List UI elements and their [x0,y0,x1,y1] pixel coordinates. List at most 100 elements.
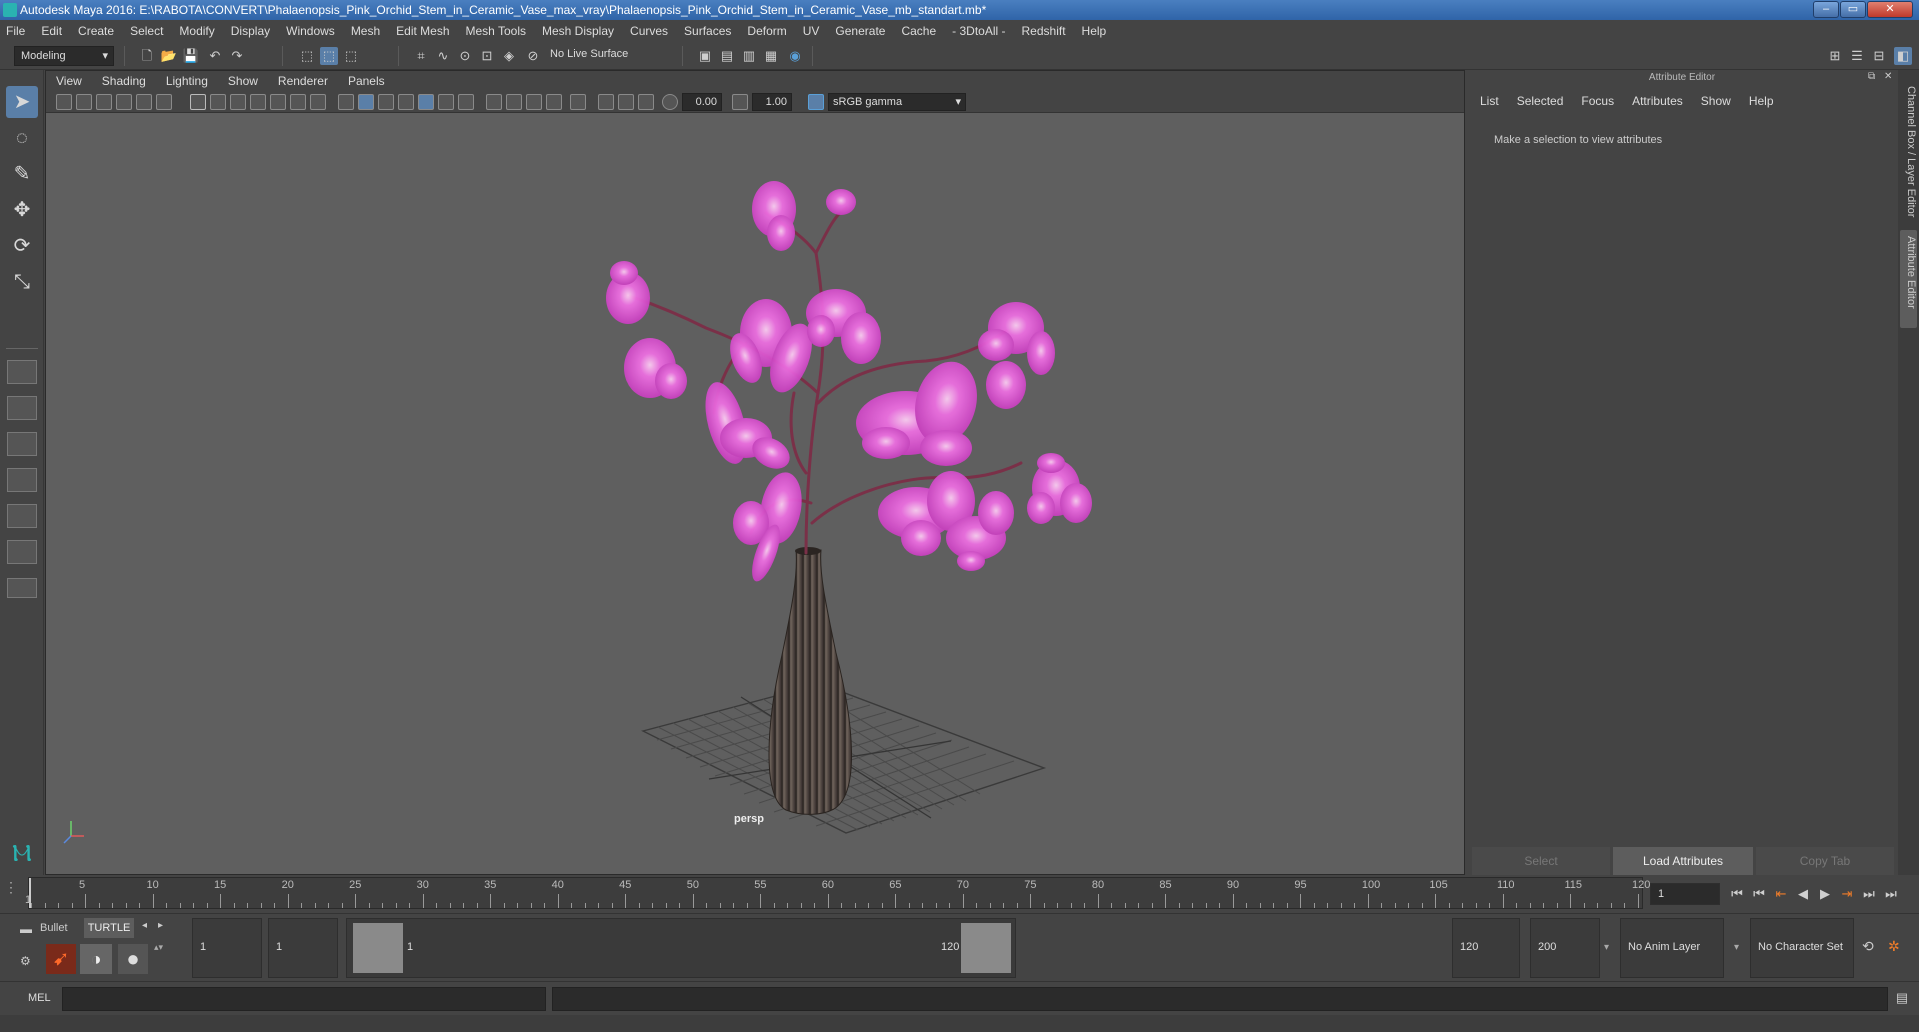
timeline-handle-icon[interactable]: ⋮ [4,879,24,909]
step-back-frame-icon[interactable]: ⇤ [1772,885,1790,903]
select-by-object-icon[interactable]: ⬚ [320,47,338,65]
rotate-tool-icon[interactable]: ⟳ [6,230,38,262]
ae-menu-help[interactable]: Help [1749,94,1774,108]
close-panel-icon[interactable]: ✕ [1884,71,1892,82]
step-forward-key-icon[interactable]: ⏭ [1860,885,1878,903]
menu-3dtoall[interactable]: - 3DtoAll - [952,24,1005,38]
snap-grid-icon[interactable]: ⌗ [412,47,430,65]
hypershade-icon[interactable]: ◉ [786,47,804,65]
play-backward-icon[interactable]: ◀ [1794,885,1812,903]
render-frame-icon[interactable]: ▤ [718,47,736,65]
scene-view[interactable] [46,113,1464,874]
ae-menu-focus[interactable]: Focus [1581,94,1614,108]
gamma-field[interactable]: 1.00 [752,93,792,111]
persp-graph-layout-icon[interactable] [7,468,37,492]
time-slider[interactable]: ⋮ 1 5 10 15 20 25 30 35 40 45 50 55 60 65 70 75 80 85 90 9… [0,875,1919,913]
attribute-editor-toggle-icon[interactable]: ⊟ [1870,47,1888,65]
mode-dropdown[interactable]: Modeling ▾ [14,46,114,66]
menu-surfaces[interactable]: Surfaces [684,24,731,38]
anim-end-field[interactable]: 200 [1530,918,1600,978]
turtle-shader-icon[interactable]: ● [118,944,148,974]
vp-menu-view[interactable]: View [56,74,82,88]
scale-tool-icon[interactable]: ⤡ [6,266,38,298]
anim-start-field[interactable]: 1 [268,918,338,978]
redo-icon[interactable]: ↷ [228,47,246,65]
menu-edit-mesh[interactable]: Edit Mesh [396,24,449,38]
render-view-icon[interactable]: ▣ [696,47,714,65]
xray-icon[interactable] [570,94,586,110]
save-scene-icon[interactable]: 💾 [182,47,200,65]
menu-modify[interactable]: Modify [179,24,214,38]
menu-redshift[interactable]: Redshift [1022,24,1066,38]
ae-menu-show[interactable]: Show [1701,94,1731,108]
start-time-field[interactable]: 1 [192,918,262,978]
range-end-handle[interactable] [961,923,1011,973]
open-scene-icon[interactable]: 📂 [160,47,178,65]
lasso-tool-icon[interactable]: ◌ [6,122,38,154]
2d-pan-zoom-icon[interactable] [136,94,152,110]
turtle-render-icon[interactable]: ➹ [46,944,76,974]
bookmark-icon[interactable] [96,94,112,110]
attribute-editor-tab[interactable]: Attribute Editor [1900,230,1917,328]
menu-file[interactable]: File [6,24,25,38]
image-plane-icon[interactable] [116,94,132,110]
field-chart-icon[interactable] [270,94,286,110]
select-by-component-icon[interactable]: ⬚ [342,47,360,65]
resolution-gate-icon[interactable] [230,94,246,110]
persp-outliner-layout-icon[interactable] [7,432,37,456]
time-ruler[interactable]: 1 5 10 15 20 25 30 35 40 45 50 55 60 65 70 75 80 85 90 95 1… [25,877,1650,909]
step-forward-frame-icon[interactable]: ⇥ [1838,885,1856,903]
default-lighting-icon[interactable] [378,94,394,110]
four-view-layout-icon[interactable] [7,396,37,420]
anim-layer-dropdown[interactable]: No Anim Layer [1620,918,1724,978]
close-button[interactable]: ✕ [1867,1,1913,18]
color-management-icon[interactable] [808,94,824,110]
workspace-icon[interactable]: ⊞ [1826,47,1844,65]
menu-help[interactable]: Help [1082,24,1107,38]
gate-mask-icon[interactable] [250,94,266,110]
menu-display[interactable]: Display [231,24,270,38]
shelf-tab-bullet[interactable]: Bullet [40,918,80,938]
go-to-end-icon[interactable]: ⏭ [1882,885,1900,903]
end-time-field[interactable]: 120 [1452,918,1520,978]
range-start-handle[interactable] [353,923,403,973]
ipr-render-icon[interactable]: ▥ [740,47,758,65]
single-perspective-layout-icon[interactable] [7,360,37,384]
exposure-field[interactable]: 0.00 [682,93,722,111]
script-editor-icon[interactable]: ▤ [1892,990,1912,1008]
shelf-tab-right-icon[interactable]: ▸ [158,920,163,931]
render-settings-icon[interactable]: ▦ [762,47,780,65]
shadows-icon[interactable] [438,94,454,110]
camera-select-icon[interactable] [56,94,72,110]
snap-surface-icon[interactable]: ◈ [500,47,518,65]
menu-mesh-display[interactable]: Mesh Display [542,24,614,38]
collapse-icon[interactable]: ▬ [20,922,34,936]
menu-mesh[interactable]: Mesh [351,24,380,38]
color-space-dropdown[interactable]: sRGB gamma ▾ [828,93,966,111]
grease-pencil-icon[interactable] [156,94,172,110]
step-back-key-icon[interactable]: ⏮ [1750,885,1768,903]
outliner-layout-icon[interactable] [7,504,37,528]
menu-curves[interactable]: Curves [630,24,668,38]
ae-menu-attributes[interactable]: Attributes [1632,94,1683,108]
camera-lock-icon[interactable] [76,94,92,110]
viewport-panel[interactable]: View Shading Lighting Show Renderer Pane… [45,70,1465,875]
wireframe-icon[interactable] [338,94,354,110]
new-scene-icon[interactable]: 🗋 [138,47,156,65]
ambient-occlusion-icon[interactable] [458,94,474,110]
vp-menu-show[interactable]: Show [228,74,258,88]
chevron-down-icon[interactable]: ▾ [1734,942,1739,953]
select-by-hierarchy-icon[interactable]: ⬚ [298,47,316,65]
menu-edit[interactable]: Edit [41,24,62,38]
anti-aliasing-icon[interactable] [506,94,522,110]
xray-joints-icon[interactable] [598,94,614,110]
maximize-button[interactable]: ▭ [1840,1,1866,18]
mel-input[interactable] [62,987,546,1011]
menu-cache[interactable]: Cache [901,24,936,38]
vp-menu-lighting[interactable]: Lighting [166,74,208,88]
use-all-lights-icon[interactable] [418,94,434,110]
vp-menu-shading[interactable]: Shading [102,74,146,88]
move-tool-icon[interactable]: ✥ [6,194,38,226]
ae-menu-list[interactable]: List [1480,94,1499,108]
paint-select-tool-icon[interactable]: ✎ [6,158,38,190]
